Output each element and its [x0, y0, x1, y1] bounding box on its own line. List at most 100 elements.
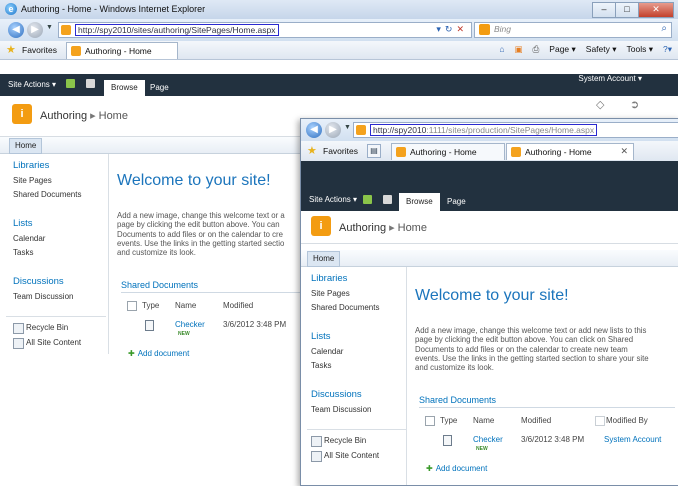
column-type[interactable]: Type — [440, 416, 457, 425]
url-text[interactable]: http://spy2010/sites/authoring/SitePages… — [75, 24, 279, 36]
document-link-checker[interactable]: Checker — [175, 320, 205, 329]
refresh-icon[interactable]: ↻ — [445, 24, 457, 34]
quick-launch-libraries[interactable]: Libraries — [13, 160, 49, 171]
search-icon[interactable]: ⌕ — [661, 23, 667, 34]
quick-launch-calendar[interactable]: Calendar — [311, 347, 343, 356]
sharepoint-ribbon: Site Actions ▾ Browse Page System Accoun… — [0, 74, 678, 96]
tab-browse[interactable]: Browse — [399, 193, 440, 211]
forward-button[interactable]: ▶ — [325, 122, 341, 138]
tags-notes-icon[interactable]: ◇ — [596, 98, 604, 111]
address-bar[interactable]: http://spy2010:1111/sites/production/Sit… — [353, 122, 678, 138]
tab-authoring-home[interactable]: Authoring - Home — [66, 42, 178, 59]
quick-launch-tasks[interactable]: Tasks — [311, 361, 331, 370]
maximize-button[interactable]: □ — [615, 2, 639, 18]
print-icon[interactable]: ⎙ — [532, 44, 539, 55]
modified-by-link[interactable]: System Account — [604, 435, 661, 444]
new-badge: NEW — [476, 446, 488, 452]
favorites-bar: ★ Favorites ▤ Authoring - Home Authoring… — [301, 141, 678, 162]
back-button[interactable]: ◀ — [8, 22, 24, 38]
quick-launch-recycle-bin[interactable]: Recycle Bin — [324, 436, 366, 445]
tab-authoring-home-2[interactable]: Authoring - Home ✕ — [506, 143, 634, 160]
favorites-button[interactable]: Favorites — [323, 146, 358, 156]
select-all-checkbox[interactable] — [425, 416, 435, 426]
site-title-link[interactable]: Authoring — [339, 222, 386, 234]
top-nav-home[interactable]: Home — [307, 251, 341, 267]
tab-browse[interactable]: Browse — [104, 80, 145, 96]
quick-launch: Libraries Site Pages Shared Documents Li… — [301, 267, 409, 473]
quick-launch-discussions[interactable]: Discussions — [13, 276, 64, 287]
address-bar[interactable]: http://spy2010/sites/authoring/SitePages… — [58, 22, 472, 38]
quick-launch-team-discussion[interactable]: Team Discussion — [13, 292, 73, 301]
help-menu[interactable]: ?▾ — [663, 44, 672, 55]
stop-icon[interactable]: ✕ — [456, 24, 468, 34]
quick-launch-shared-documents[interactable]: Shared Documents — [311, 303, 379, 312]
all-site-content-icon — [13, 338, 24, 349]
tab-page[interactable]: Page — [150, 83, 169, 92]
rss-icon[interactable]: ▣ — [514, 44, 522, 55]
recent-pages-dropdown-icon[interactable]: ▼ — [46, 24, 53, 31]
column-modified-by[interactable]: Modified By — [606, 416, 648, 425]
page-menu[interactable]: Page ▾ — [549, 44, 575, 55]
i-like-it-icon[interactable]: ➲ — [630, 98, 639, 111]
quick-launch-recycle-bin[interactable]: Recycle Bin — [26, 323, 68, 332]
recent-pages-dropdown-icon[interactable]: ▼ — [344, 124, 351, 131]
tools-menu[interactable]: Tools ▾ — [627, 44, 653, 55]
quick-launch-all-site-content[interactable]: All Site Content — [26, 338, 81, 347]
shared-documents-title[interactable]: Shared Documents — [419, 395, 496, 405]
navigate-up-icon[interactable] — [66, 79, 75, 88]
modified-date: 3/6/2012 3:48 PM — [521, 435, 585, 444]
home-icon[interactable]: ⌂ — [499, 44, 504, 55]
select-all-checkbox[interactable] — [127, 301, 137, 311]
quick-launch-site-pages[interactable]: Site Pages — [311, 289, 350, 298]
quick-launch-libraries[interactable]: Libraries — [311, 273, 347, 284]
favorites-star-icon[interactable]: ★ — [6, 43, 16, 56]
tab-page[interactable]: Page — [447, 197, 466, 206]
quick-launch-calendar[interactable]: Calendar — [13, 234, 45, 243]
shared-documents-title[interactable]: Shared Documents — [121, 280, 198, 290]
quick-launch-lists[interactable]: Lists — [13, 218, 33, 229]
forward-button[interactable]: ▶ — [27, 22, 43, 38]
column-name[interactable]: Name — [473, 416, 494, 425]
column-name[interactable]: Name — [175, 301, 196, 310]
tab-authoring-home-1[interactable]: Authoring - Home — [391, 143, 505, 160]
quick-launch-lists[interactable]: Lists — [311, 331, 331, 342]
edit-page-icon[interactable] — [86, 79, 95, 88]
minimize-button[interactable]: – — [592, 2, 616, 18]
quick-launch-discussions[interactable]: Discussions — [311, 389, 362, 400]
close-button[interactable]: ✕ — [638, 2, 674, 18]
safety-menu[interactable]: Safety ▾ — [586, 44, 617, 55]
dropdown-icon[interactable]: ▾ — [436, 24, 445, 34]
search-box[interactable]: Bing ⌕ — [474, 22, 672, 38]
quick-launch-team-discussion[interactable]: Team Discussion — [311, 405, 371, 414]
quick-launch-all-site-content[interactable]: All Site Content — [324, 451, 379, 460]
add-icon: ✚ — [128, 349, 135, 358]
sharepoint-ribbon: Site Actions ▾ Browse Page — [301, 161, 678, 211]
site-actions-menu[interactable]: Site Actions ▾ — [8, 80, 56, 89]
user-menu[interactable]: System Account ▾ — [578, 74, 642, 83]
edit-page-icon[interactable] — [383, 195, 392, 204]
ie-window-production[interactable]: ◀ ▶ ▼ http://spy2010:1111/sites/producti… — [300, 118, 678, 486]
quick-launch-shared-documents[interactable]: Shared Documents — [13, 190, 81, 199]
quick-launch-tasks[interactable]: Tasks — [13, 248, 33, 257]
top-nav-home[interactable]: Home — [9, 138, 43, 154]
quick-tabs-icon[interactable]: ▤ — [367, 144, 381, 158]
tab-close-icon[interactable]: ✕ — [620, 146, 628, 157]
url-text[interactable]: http://spy2010:1111/sites/production/Sit… — [370, 124, 598, 136]
recycle-bin-icon — [311, 436, 322, 447]
site-actions-menu[interactable]: Site Actions ▾ — [309, 195, 357, 204]
breadcrumb-separator-icon: ▸ — [90, 110, 96, 122]
document-link-checker[interactable]: Checker — [473, 435, 503, 444]
navigate-up-icon[interactable] — [363, 195, 372, 204]
column-modified[interactable]: Modified — [223, 301, 253, 310]
favorites-star-icon[interactable]: ★ — [307, 144, 317, 157]
add-document-link[interactable]: ✚ Add document — [426, 464, 487, 473]
window-controls: – □ ✕ — [592, 2, 674, 18]
back-button[interactable]: ◀ — [306, 122, 322, 138]
add-document-link[interactable]: ✚ Add document — [128, 349, 189, 358]
column-type[interactable]: Type — [142, 301, 159, 310]
column-modified[interactable]: Modified — [521, 416, 551, 425]
quick-launch-site-pages[interactable]: Site Pages — [13, 176, 52, 185]
window-titlebar[interactable]: e Authoring - Home - Windows Internet Ex… — [0, 0, 678, 19]
favorites-button[interactable]: Favorites — [22, 45, 57, 55]
site-title-link[interactable]: Authoring — [40, 110, 87, 122]
